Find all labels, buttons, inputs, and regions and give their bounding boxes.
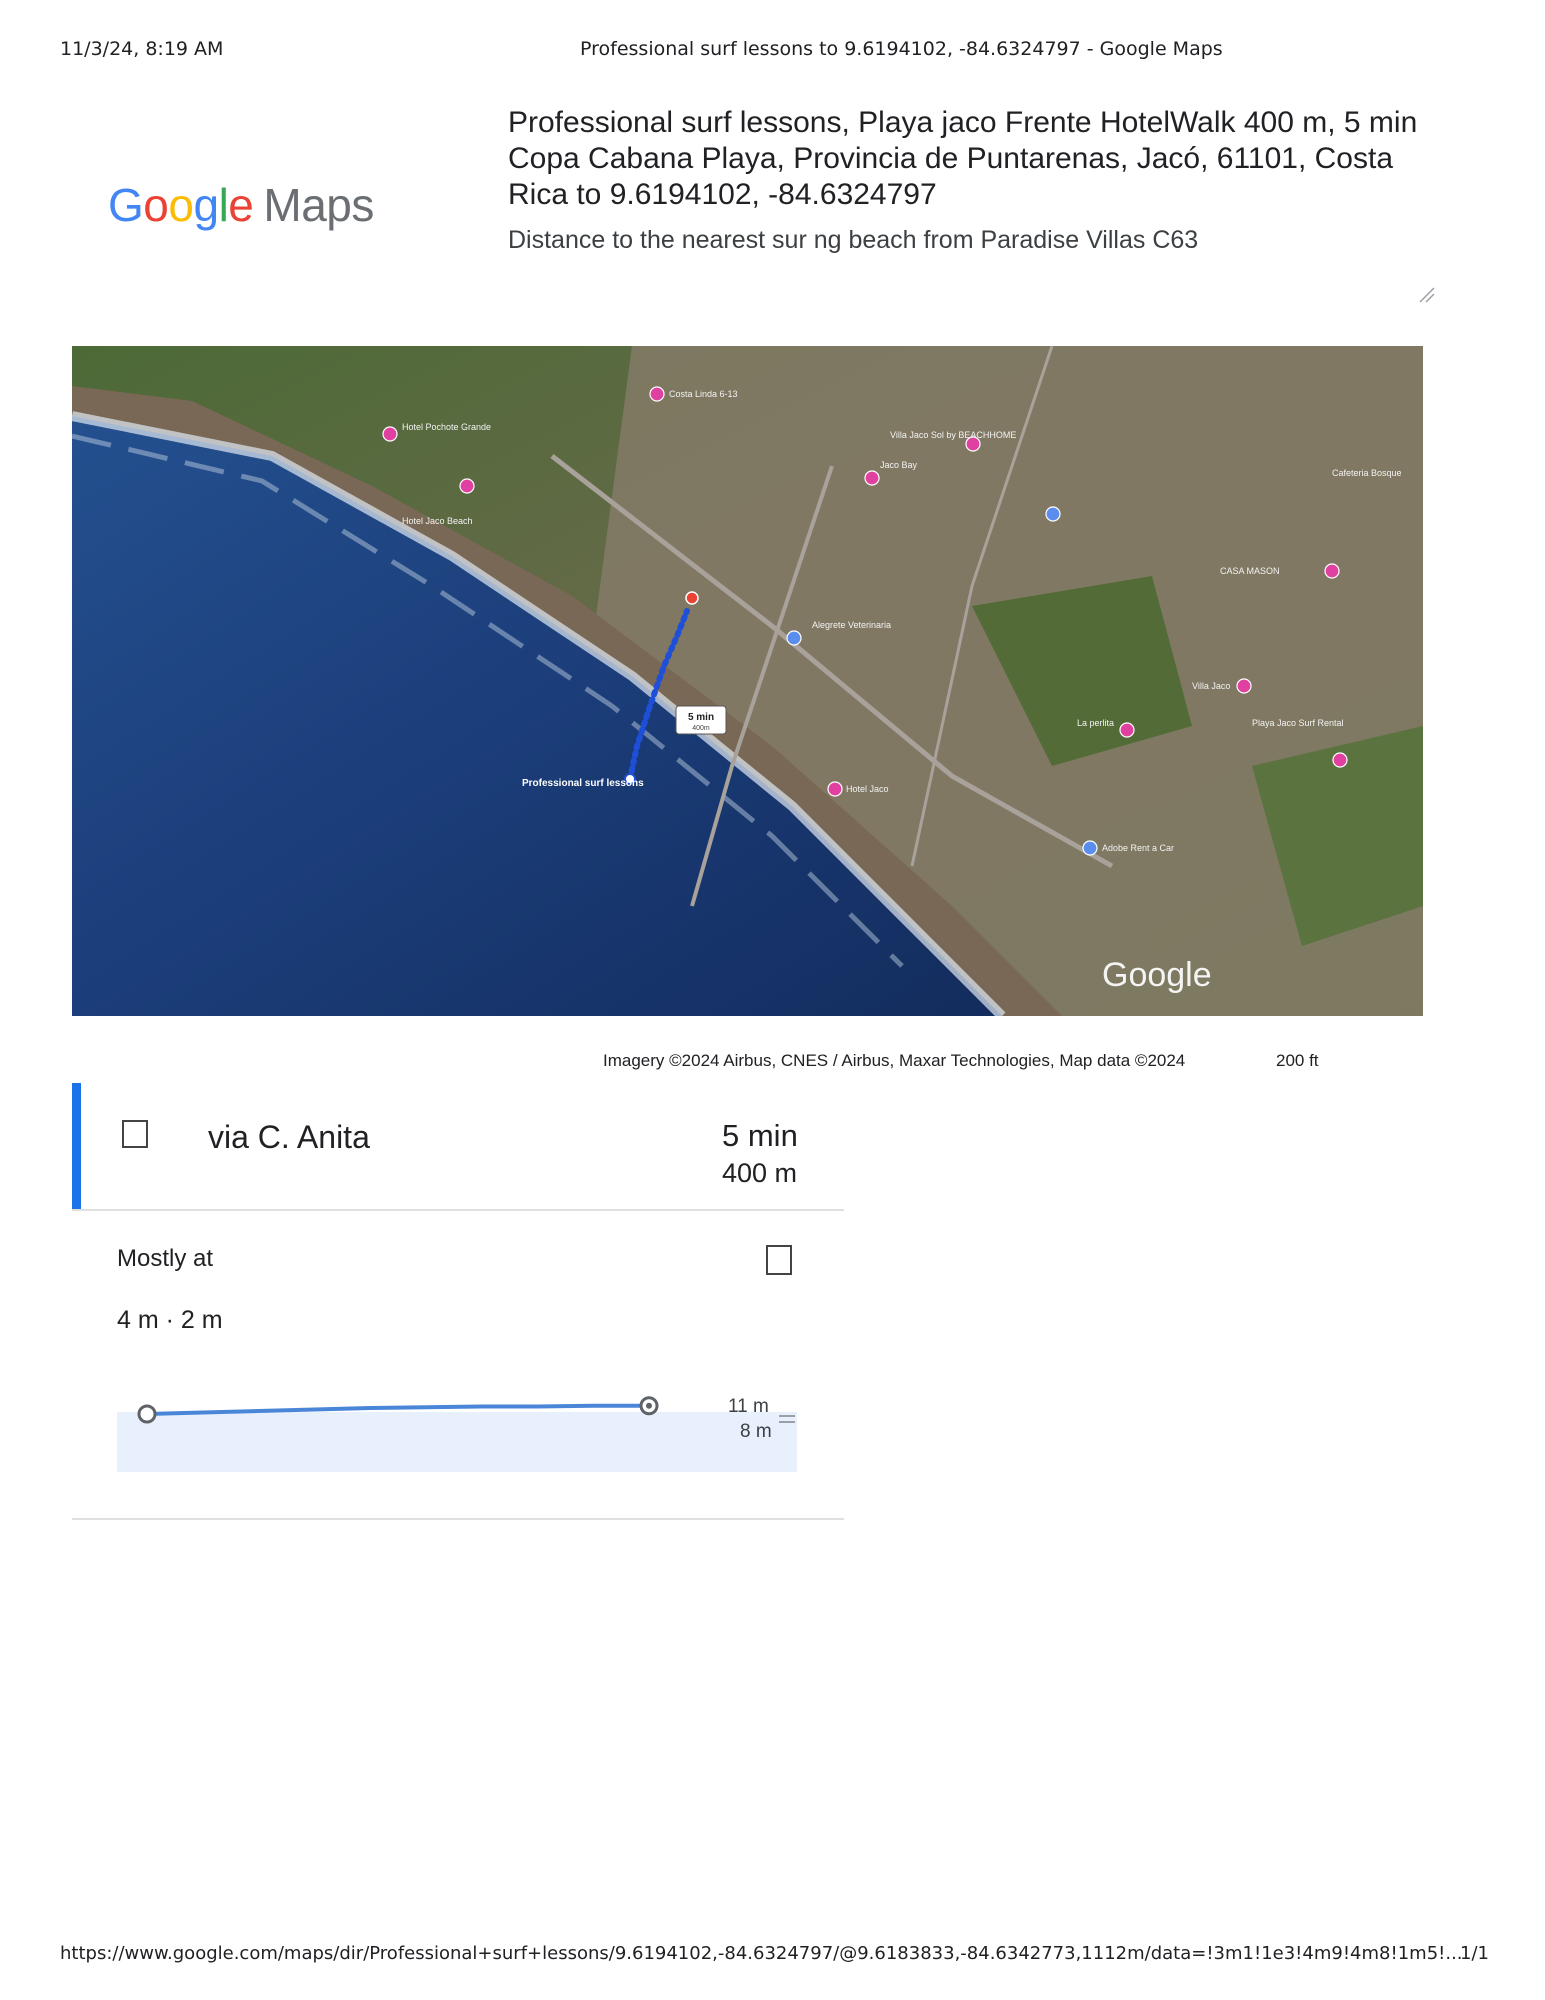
section-divider [72, 1518, 844, 1520]
poi-pin-surf-rental[interactable] [1332, 752, 1348, 768]
poi-pin-hotel-jaco-beach[interactable] [459, 478, 475, 494]
poi-label-costa-linda: Costa Linda 6-13 [669, 389, 738, 399]
logo-letter-g1: G [108, 179, 144, 231]
logo-letter-g2: g [193, 179, 219, 231]
poi-pin-hotel-jaco[interactable] [827, 781, 843, 797]
elevation-min-label: 8 m [740, 1421, 772, 1442]
print-date: 11/3/24, 8:19 AM [60, 38, 224, 60]
textarea-resize-icon[interactable] [1418, 286, 1436, 304]
route-title: Professional surf lessons, Playa jaco Fr… [508, 106, 1418, 211]
poi-label-pochote: Hotel Pochote Grande [402, 422, 491, 432]
poi-label-casa-mason: CASA MASON [1220, 566, 1280, 576]
poi-pin-costa-linda[interactable] [649, 386, 665, 402]
satellite-map[interactable]: 5 min 400m Professional surf lessons Vil… [72, 346, 1423, 1016]
poi-pin-pochote[interactable] [382, 426, 398, 442]
poi-label-cafeteria: Cafeteria Bosque [1332, 468, 1402, 478]
elevation-changes: 4 m · 2 m [117, 1306, 223, 1334]
elevation-checkbox[interactable] [766, 1245, 792, 1275]
map-scale: 200 ft [1276, 1051, 1319, 1070]
route-distance: 400 m [722, 1158, 798, 1188]
logo-letter-o2: o [168, 179, 194, 231]
footer-page-number: 1/1 [1460, 1943, 1489, 1964]
elevation-start-marker [137, 1404, 157, 1424]
logo-letter-e: e [228, 179, 254, 231]
map-google-watermark: Google [1102, 956, 1212, 994]
logo-letter-o1: o [143, 179, 169, 231]
route-time-callout-time: 5 min [688, 712, 714, 723]
elevation-profile-chart [117, 1396, 797, 1472]
elevation-max-label: 11 m [728, 1396, 769, 1417]
footer-url: https://www.google.com/maps/dir/Professi… [60, 1943, 1463, 1964]
map-attribution: Imagery ©2024 Airbus, CNES / Airbus, Max… [603, 1051, 1186, 1070]
poi-label-jaco-beach: Hotel Jaco Beach [402, 516, 473, 526]
poi-pin-adobe[interactable] [1082, 840, 1098, 856]
poi-pin-bank[interactable] [786, 630, 802, 646]
route-via-label: via C. Anita [208, 1119, 370, 1155]
poi-label-villa-jaco: Villa Jaco [1192, 681, 1230, 691]
route-time-callout-distance: 400m [692, 725, 710, 732]
poi-label-hotel-jaco: Hotel Jaco [846, 784, 889, 794]
poi-pin-villa-jaco[interactable] [1236, 678, 1252, 694]
poi-label-jaco-bay: Jaco Bay [880, 460, 918, 470]
poi-label-la-perlita: La perlita [1077, 718, 1114, 728]
poi-label-adobe: Adobe Rent a Car [1102, 843, 1174, 853]
route-note[interactable]: Distance to the nearest sur ng beach fro… [508, 226, 1198, 255]
origin-label: Professional surf lessons [522, 778, 644, 789]
elevation-summary: Mostly at [117, 1245, 214, 1272]
print-title: Professional surf lessons to 9.6194102, … [580, 38, 1223, 60]
route-checkbox[interactable] [122, 1120, 148, 1148]
poi-pin-jaco-bay[interactable] [864, 470, 880, 486]
poi-pin-casa-mason[interactable] [1324, 563, 1340, 579]
poi-pin-vet[interactable] [1045, 506, 1061, 522]
logo-letter-l: l [218, 179, 229, 231]
route-duration: 5 min [722, 1118, 798, 1153]
poi-label-surf-rental: Playa Jaco Surf Rental [1252, 718, 1344, 728]
route-selected-bar [72, 1083, 81, 1209]
elevation-fill [117, 1412, 797, 1472]
poi-label-villa-jaco-sol: Villa Jaco Sol by BEACHHOME [890, 430, 1016, 440]
poi-label-vet: Alegrete Veterinaria [812, 620, 891, 630]
google-maps-logo: Google Maps [108, 178, 374, 232]
poi-pin-la-perlita[interactable] [1119, 722, 1135, 738]
elevation-end-dot [646, 1402, 652, 1409]
logo-maps-word: Maps [263, 179, 374, 231]
route-destination-marker[interactable] [685, 591, 699, 605]
